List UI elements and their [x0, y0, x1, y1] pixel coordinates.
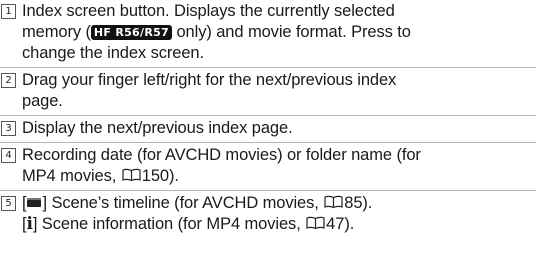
- item-number-box: 1: [1, 4, 16, 19]
- item-number-box: 4: [1, 148, 16, 163]
- item-1-text-pre: memory (: [22, 23, 91, 41]
- item-4-line-1: Recording date (for AVCHD movies) or fol…: [22, 146, 421, 164]
- item-5-line-2-text: ] Scene information (for MP4 movies,: [32, 215, 306, 233]
- item-2-line-1: Drag your finger left/right for the next…: [22, 71, 397, 89]
- item-number-box: 3: [1, 121, 16, 136]
- page-reference[interactable]: 85: [344, 194, 362, 212]
- item-4-text-post: ).: [168, 167, 179, 185]
- item-5-line-1: [] Scene’s timeline (for AVCHD movies, 8…: [22, 194, 373, 212]
- item-1-text-post: only) and movie format. Press to: [172, 23, 411, 41]
- item-5-line-1-text: ] Scene’s timeline (for AVCHD movies,: [42, 194, 324, 212]
- divider: [0, 115, 536, 116]
- item-3-line-1: Display the next/previous index page.: [22, 119, 293, 137]
- timeline-icon: [27, 198, 42, 207]
- book-reference-icon: [324, 195, 343, 209]
- item-4-line-2: MP4 movies, 150).: [22, 166, 536, 187]
- page-reference[interactable]: 150: [142, 167, 169, 185]
- item-1-line-1: Index screen button. Displays the curren…: [22, 2, 395, 20]
- item-4-text-pre: MP4 movies,: [22, 167, 121, 185]
- list-item-3: 3 Display the next/previous index page.: [0, 118, 536, 139]
- divider: [0, 142, 536, 143]
- page-reference[interactable]: 47: [326, 215, 344, 233]
- item-5-line-1-post: ).: [362, 194, 373, 212]
- book-reference-icon: [122, 168, 141, 182]
- list-item-5: 5 [] Scene’s timeline (for AVCHD movies,…: [0, 193, 536, 235]
- list-item-1: 1 Index screen button. Displays the curr…: [0, 1, 536, 64]
- item-1-line-3: change the index screen.: [22, 44, 204, 62]
- item-5-line-2: [i] Scene information (for MP4 movies, 4…: [22, 214, 355, 234]
- item-number-box: 2: [1, 73, 16, 88]
- item-1-line-2: memory (HF R56/R57 only) and movie forma…: [22, 22, 536, 43]
- list-item-4: 4 Recording date (for AVCHD movies) or f…: [0, 145, 536, 187]
- manual-page: 1 Index screen button. Displays the curr…: [0, 0, 536, 271]
- item-5-line-2-post: ).: [344, 215, 355, 233]
- list-item-2: 2 Drag your finger left/right for the ne…: [0, 70, 536, 112]
- model-badge: HF R56/R57: [90, 25, 172, 40]
- book-reference-icon: [306, 216, 325, 230]
- divider: [0, 190, 536, 191]
- item-2-line-2: page.: [22, 92, 63, 110]
- item-number-box: 5: [1, 196, 16, 211]
- divider: [0, 67, 536, 68]
